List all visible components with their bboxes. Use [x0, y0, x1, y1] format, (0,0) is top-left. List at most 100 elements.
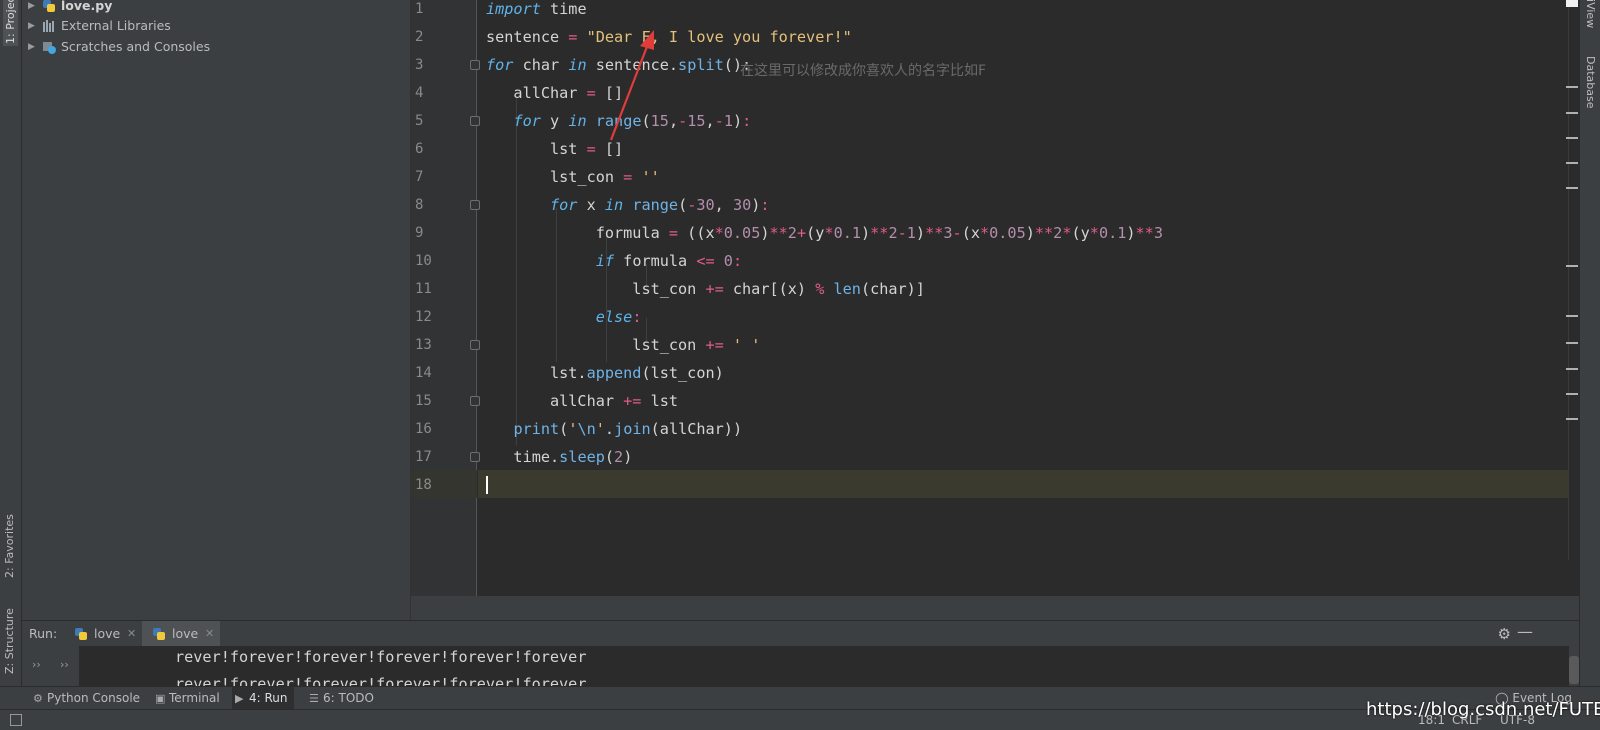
- editor-scrollbar[interactable]: [1568, 0, 1579, 560]
- sciview-tool-tab[interactable]: SciView: [1584, 0, 1597, 28]
- run-console-output[interactable]: rever!forever!forever!forever!forever!fo…: [80, 646, 1569, 686]
- pycharm-window: 1: Project 2: Favorites Z: Structure ▶ l…: [0, 0, 1600, 730]
- python-file-icon: [43, 0, 55, 12]
- right-tool-strip: SciView Database: [1579, 0, 1600, 700]
- run-icon: ▶: [235, 692, 244, 705]
- line-number: 17: [415, 449, 432, 465]
- run-tab-label: love: [172, 626, 199, 641]
- current-line-highlight: [478, 470, 1578, 498]
- toggle-tool-windows-icon[interactable]: [10, 714, 22, 726]
- error-stripe-mark[interactable]: [1566, 368, 1578, 370]
- annotation-note: 在这里可以修改成你喜欢人的名字比如F: [740, 63, 987, 79]
- code-line-17: time.sleep(2): [486, 448, 633, 466]
- code-line-4: allChar = []: [486, 84, 624, 102]
- run-tool-tab[interactable]: ▶ 4: Run: [232, 687, 294, 710]
- watermark: https://blog.csdn.net/FUTEROX: [1366, 699, 1600, 720]
- run-tab-label: love: [94, 626, 121, 641]
- line-number: 8: [415, 197, 424, 213]
- error-stripe-mark[interactable]: [1566, 86, 1578, 88]
- code-line-13: lst_con += ' ': [486, 336, 761, 354]
- error-stripe-mark[interactable]: [1566, 393, 1578, 395]
- code-line-6: lst = []: [486, 140, 624, 158]
- code-line-10: if formula <= 0:: [595, 252, 743, 270]
- output-line: rever!forever!forever!forever!forever!fo…: [175, 675, 587, 686]
- todo-tab[interactable]: ☰ 6: TODO: [306, 687, 380, 710]
- line-number: 12: [415, 309, 432, 325]
- code-line-15: allChar += lst: [486, 392, 679, 410]
- run-toolbar: ›› ››: [22, 646, 80, 686]
- tree-item-label: Scratches and Consoles: [61, 39, 211, 54]
- code-line-16: print('\n'.join(allChar)): [513, 420, 743, 438]
- run-panel-title: Run:: [29, 626, 58, 641]
- close-icon[interactable]: ✕: [127, 621, 136, 647]
- bottom-tool-tabs: ⚙ Python Console ▣ Terminal ▶ 4: Run ☰ 6…: [0, 686, 1600, 710]
- line-number: 1: [415, 1, 424, 17]
- output-line: rever!forever!forever!forever!forever!fo…: [175, 648, 587, 666]
- python-icon: [75, 628, 87, 640]
- code-line-9: formula = ((x*0.05)**2+(y*0.1)**2-1)**3-…: [486, 224, 1163, 242]
- code-line-8: for x in range(-30, 30):: [550, 196, 770, 214]
- tab-label: 4: Run: [249, 691, 288, 705]
- tree-item-label: love.py: [61, 0, 113, 13]
- code-area[interactable]: import time sentence = "Dear F, I love y…: [478, 0, 1578, 596]
- line-number: 15: [415, 393, 432, 409]
- project-panel: ▶ love.py ▶ External Libraries ▶ Scratch…: [22, 0, 411, 620]
- error-stripe-mark[interactable]: [1566, 265, 1578, 267]
- library-icon: [43, 20, 54, 32]
- line-number: 14: [415, 365, 432, 381]
- error-stripe-mark[interactable]: [1566, 418, 1578, 420]
- console-scrollbar[interactable]: [1569, 656, 1579, 684]
- code-line-1: import time: [486, 0, 587, 18]
- expand-arrow-icon[interactable]: ▶: [28, 16, 35, 36]
- close-icon[interactable]: ✕: [205, 621, 214, 647]
- line-number: 13: [415, 337, 432, 353]
- structure-tool-tab[interactable]: Z: Structure: [3, 596, 16, 674]
- error-stripe-mark[interactable]: [1566, 315, 1578, 317]
- inspection-status-icon[interactable]: [1566, 0, 1578, 7]
- line-number: 2: [415, 29, 424, 45]
- status-bar: 18:1 CRLF UTF-8: [0, 709, 1600, 730]
- code-line-14: lst.append(lst_con): [486, 364, 724, 382]
- python-console-tab[interactable]: ⚙ Python Console: [30, 687, 146, 710]
- code-line-11: lst_con += char[(x) % len(char)]: [486, 280, 925, 298]
- error-stripe-mark[interactable]: [1566, 342, 1578, 344]
- terminal-tab[interactable]: ▣ Terminal: [152, 687, 226, 710]
- left-tool-strip: 1: Project 2: Favorites Z: Structure: [0, 0, 22, 700]
- line-number: 5: [415, 113, 424, 129]
- text-caret: [486, 476, 488, 494]
- line-number: 3: [415, 57, 424, 73]
- line-number: 4: [415, 85, 424, 101]
- tree-item-label: External Libraries: [61, 18, 171, 33]
- gear-icon[interactable]: ⚙: [1498, 625, 1511, 643]
- error-stripe-mark[interactable]: [1566, 112, 1578, 114]
- code-line-5: for y in range(15,-15,-1):: [513, 112, 752, 130]
- python-icon: [153, 628, 165, 640]
- database-tool-tab[interactable]: Database: [1584, 56, 1597, 109]
- line-number: 18: [415, 477, 432, 493]
- code-line-7: lst_con = '': [486, 168, 660, 186]
- run-tab-love-1[interactable]: love ✕: [64, 621, 142, 647]
- error-stripe-mark[interactable]: [1566, 187, 1578, 189]
- line-number: 7: [415, 169, 424, 185]
- tab-label: 6: TODO: [323, 691, 374, 705]
- expand-arrow-icon[interactable]: ▶: [28, 0, 35, 16]
- minimize-icon[interactable]: —: [1517, 622, 1533, 641]
- run-tab-love-2[interactable]: love ✕: [142, 621, 221, 647]
- project-tool-tab[interactable]: 1: Project: [3, 0, 18, 46]
- run-panel-header: Run: love ✕ love ✕ ⚙ —: [22, 620, 1579, 647]
- expand-toolbar-icon[interactable]: ››: [32, 658, 41, 671]
- code-line-3: for char in sentence.split():: [486, 56, 752, 74]
- line-number: 11: [415, 281, 432, 297]
- error-stripe-mark[interactable]: [1566, 162, 1578, 164]
- expand-toolbar-icon[interactable]: ››: [60, 658, 69, 671]
- favorites-tool-tab[interactable]: 2: Favorites: [3, 498, 16, 578]
- line-number: 6: [415, 141, 424, 157]
- todo-icon: ☰: [309, 692, 319, 705]
- expand-arrow-icon[interactable]: ▶: [28, 37, 35, 57]
- code-editor[interactable]: 1 2 3 4 5 6 7 8 9 10 11 12 13 14 15 16 1…: [411, 0, 1579, 596]
- error-stripe-mark[interactable]: [1566, 137, 1578, 139]
- line-number-gutter: 1 2 3 4 5 6 7 8 9 10 11 12 13 14 15 16 1…: [411, 0, 480, 596]
- line-number: 10: [415, 253, 432, 269]
- line-number: 9: [415, 225, 424, 241]
- tab-label: Python Console: [47, 691, 141, 705]
